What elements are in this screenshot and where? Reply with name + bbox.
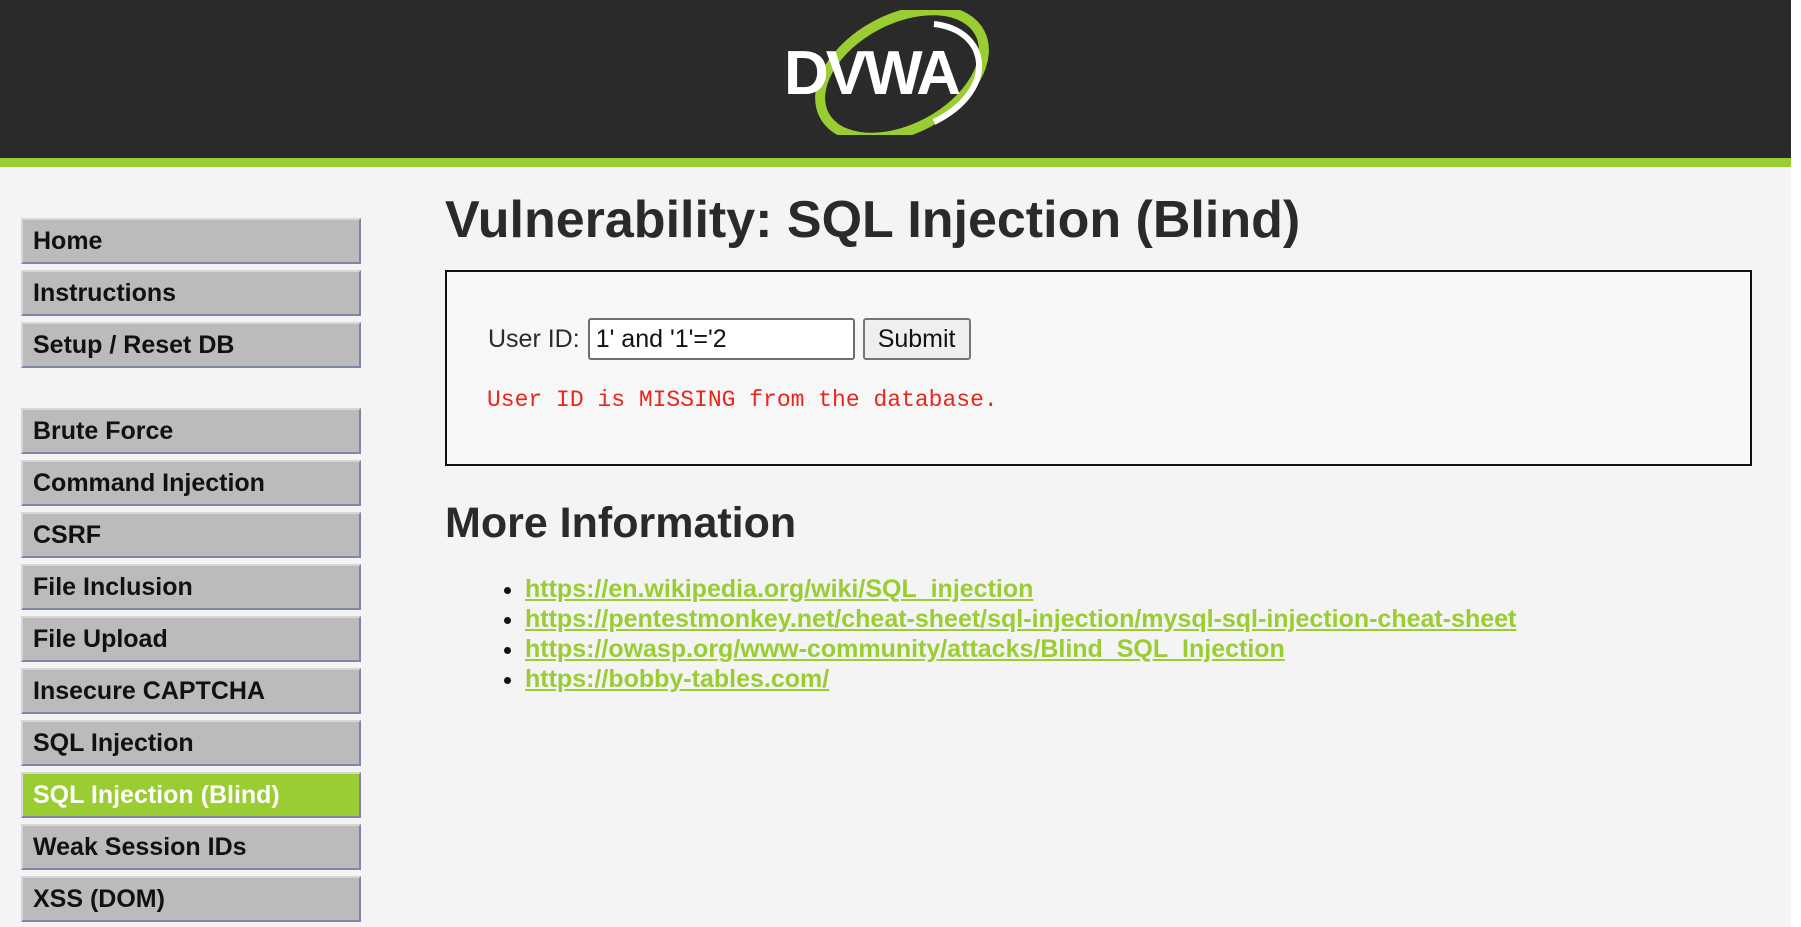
scrollbar-track[interactable] [1791, 0, 1801, 927]
list-item: https://owasp.org/www-community/attacks/… [525, 634, 1752, 664]
menu-group-general: Home Instructions Setup / Reset DB [21, 218, 361, 368]
more-information-links: https://en.wikipedia.org/wiki/SQL_inject… [445, 574, 1752, 694]
list-item: https://bobby-tables.com/ [525, 664, 1752, 694]
header-bar: DVWA [0, 0, 1791, 167]
sidebar-menu: Home Instructions Setup / Reset DB Brute… [21, 218, 361, 927]
sidebar-item-command-injection[interactable]: Command Injection [21, 460, 361, 506]
sidebar-item-setup-reset-db[interactable]: Setup / Reset DB [21, 322, 361, 368]
sidebar-item-brute-force[interactable]: Brute Force [21, 408, 361, 454]
sidebar-item-csrf[interactable]: CSRF [21, 512, 361, 558]
sidebar-item-sql-injection[interactable]: SQL Injection [21, 720, 361, 766]
menu-group-vulnerabilities: Brute Force Command Injection CSRF File … [21, 408, 361, 922]
sidebar-item-insecure-captcha[interactable]: Insecure CAPTCHA [21, 668, 361, 714]
sidebar-item-file-inclusion[interactable]: File Inclusion [21, 564, 361, 610]
main-content: Vulnerability: SQL Injection (Blind) Use… [445, 190, 1752, 694]
user-id-form: User ID: Submit [488, 318, 971, 360]
user-id-label: User ID: [488, 324, 580, 353]
sidebar-item-sql-injection-blind[interactable]: SQL Injection (Blind) [21, 772, 361, 818]
list-item: https://pentestmonkey.net/cheat-sheet/sq… [525, 604, 1752, 634]
sidebar-item-home[interactable]: Home [21, 218, 361, 264]
sidebar-item-xss-dom[interactable]: XSS (DOM) [21, 876, 361, 922]
logo-text: DVWA [784, 39, 960, 108]
page-title: Vulnerability: SQL Injection (Blind) [445, 191, 1301, 249]
more-information-heading: More Information [445, 499, 797, 547]
link-owasp-blind-sql-injection[interactable]: https://owasp.org/www-community/attacks/… [525, 635, 1285, 663]
sidebar-item-weak-session-ids[interactable]: Weak Session IDs [21, 824, 361, 870]
link-bobby-tables[interactable]: https://bobby-tables.com/ [525, 665, 829, 693]
sidebar-item-file-upload[interactable]: File Upload [21, 616, 361, 662]
submit-button[interactable]: Submit [862, 318, 971, 360]
vulnerable-code-area: User ID: Submit User ID is MISSING from … [445, 270, 1752, 466]
dvwa-logo: DVWA [784, 10, 989, 135]
result-message: User ID is MISSING from the database. [487, 387, 998, 413]
link-wikipedia-sql-injection[interactable]: https://en.wikipedia.org/wiki/SQL_inject… [525, 575, 1033, 603]
page: DVWA Home Instructions Setup / Reset DB … [0, 0, 1801, 927]
sidebar-item-instructions[interactable]: Instructions [21, 270, 361, 316]
user-id-input[interactable] [587, 318, 855, 360]
list-item: https://en.wikipedia.org/wiki/SQL_inject… [525, 574, 1752, 604]
link-pentestmonkey-cheat-sheet[interactable]: https://pentestmonkey.net/cheat-sheet/sq… [525, 605, 1516, 633]
